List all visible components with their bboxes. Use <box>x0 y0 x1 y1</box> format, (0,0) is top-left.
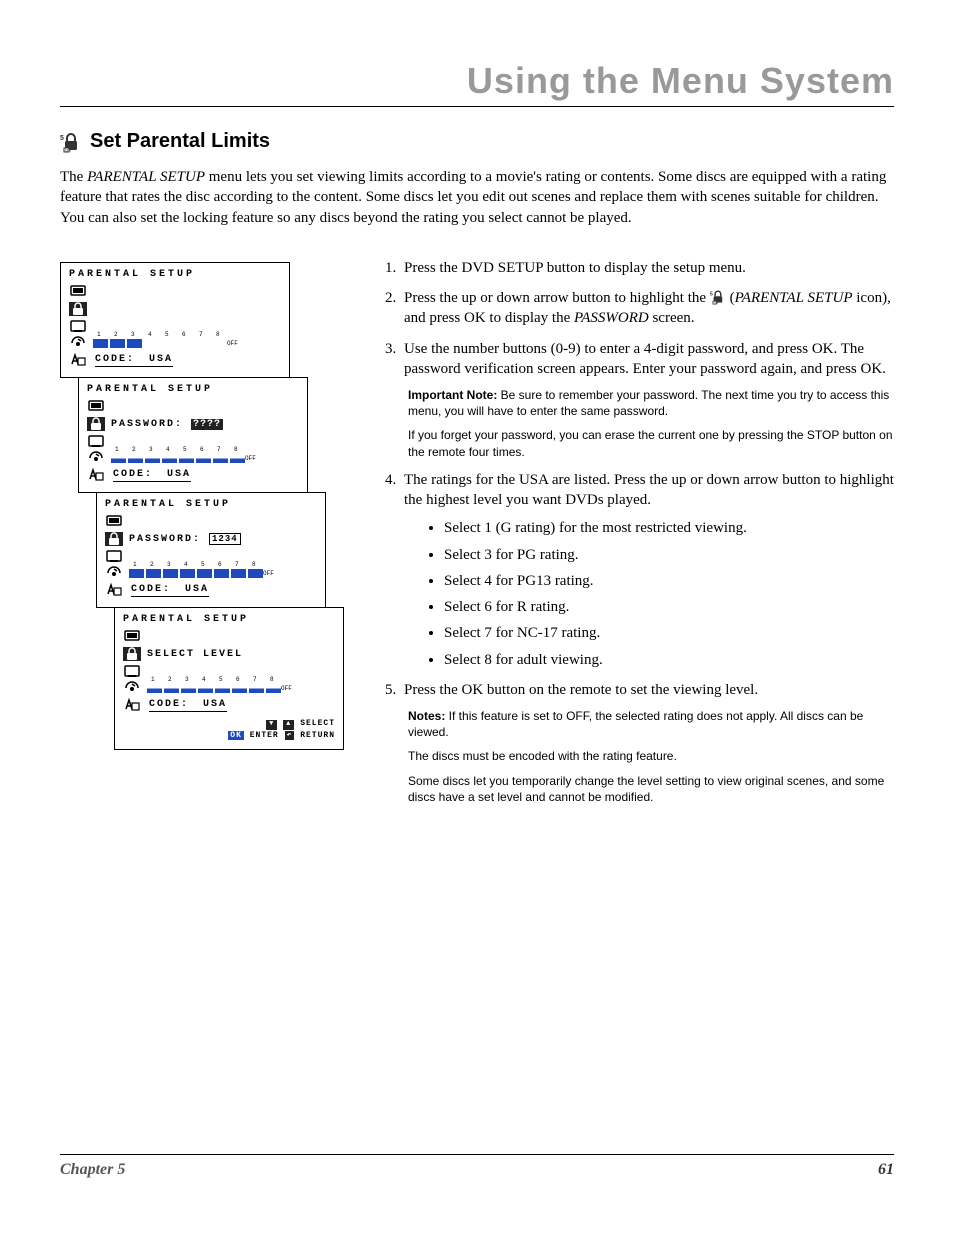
osd-screen-2: PARENTAL SETUP PASSWORD: ???? 1 2 <box>78 377 308 493</box>
down-arrow-icon: ▼ <box>266 720 277 730</box>
osd-screen-1: PARENTAL SETUP 1 2 3 4 5 6 7 <box>60 262 290 378</box>
note-extra: If you forget your password, you can era… <box>408 427 894 459</box>
language-icon <box>87 468 105 482</box>
display-icon <box>123 664 141 678</box>
ok-button-icon: OK <box>228 731 244 740</box>
list-item: Select 7 for NC-17 rating. <box>444 623 894 643</box>
language-icon <box>105 583 123 597</box>
hint-select: SELECT <box>300 719 335 728</box>
intro-menu-name: PARENTAL SETUP <box>87 169 205 185</box>
password-value: ???? <box>191 419 223 430</box>
intro-text: The <box>60 169 87 185</box>
language-icon <box>123 698 141 712</box>
tv-icon <box>123 630 141 644</box>
return-icon: ↶ <box>285 731 295 740</box>
two-column-layout: PARENTAL SETUP 1 2 3 4 5 6 7 <box>60 258 894 815</box>
ratings-list: Select 1 (G rating) for the most restric… <box>404 518 894 670</box>
language-icon <box>69 353 87 367</box>
display-icon <box>105 549 123 563</box>
osd-title: PARENTAL SETUP <box>69 269 281 280</box>
important-note: Important Note: Be sure to remember your… <box>408 387 894 460</box>
list-item: Select 4 for PG13 rating. <box>444 571 894 591</box>
note-text: Some discs let you temporarily change th… <box>408 773 894 805</box>
step-5: Press the OK button on the remote to set… <box>400 680 894 805</box>
parental-lock-icon <box>60 131 82 153</box>
audio-icon <box>69 336 87 350</box>
section-heading: Set Parental Limits <box>90 130 270 153</box>
step-1: Press the DVD SETUP button to display th… <box>400 258 894 278</box>
password-value: 1234 <box>209 533 241 545</box>
osd-title: PARENTAL SETUP <box>87 384 299 395</box>
intro-paragraph: The PARENTAL SETUP menu lets you set vie… <box>60 167 894 228</box>
osd-title: PARENTAL SETUP <box>123 614 335 625</box>
code-row: CODE: USA <box>113 469 191 482</box>
osd-screenshots: PARENTAL SETUP 1 2 3 4 5 6 7 <box>60 258 340 749</box>
page-footer: Chapter 5 61 <box>60 1154 894 1179</box>
list-item: Select 8 for adult viewing. <box>444 650 894 670</box>
code-row: CODE: USA <box>149 699 227 712</box>
tv-icon <box>105 515 123 529</box>
list-item: Select 1 (G rating) for the most restric… <box>444 518 894 538</box>
tv-icon <box>69 285 87 299</box>
note-label: Notes: <box>408 709 445 723</box>
content-area: Set Parental Limits The PARENTAL SETUP m… <box>60 130 894 815</box>
rating-bar: 1 2 3 4 5 6 7 8 OFF <box>111 454 299 463</box>
osd-nav-hints: ▼ ▲ SELECT OK ENTER ↶ RETURN <box>123 718 335 741</box>
up-arrow-icon: ▲ <box>283 720 294 730</box>
note-label: Important Note: <box>408 388 497 402</box>
tv-icon <box>87 400 105 414</box>
lock-icon <box>123 647 141 661</box>
lock-icon <box>87 417 105 431</box>
page-title: Using the Menu System <box>60 60 894 102</box>
note-text: The discs must be encoded with the ratin… <box>408 748 894 764</box>
lock-icon <box>69 302 87 316</box>
lock-icon <box>105 532 123 546</box>
hint-enter: ENTER <box>250 731 279 740</box>
steps-column: Press the DVD SETUP button to display th… <box>370 258 894 815</box>
audio-icon <box>123 681 141 695</box>
parental-lock-icon <box>710 289 726 305</box>
audio-icon <box>105 566 123 580</box>
page-header: Using the Menu System <box>60 60 894 107</box>
password-label: PASSWORD: <box>111 419 183 430</box>
step-2: Press the up or down arrow button to hig… <box>400 288 894 329</box>
code-row: CODE: USA <box>131 584 209 597</box>
rating-bar: 1 2 3 4 5 6 7 8 OFF <box>147 684 335 693</box>
osd-title: PARENTAL SETUP <box>105 499 317 510</box>
display-icon <box>69 319 87 333</box>
password-label-italic: PASSWORD <box>574 310 649 326</box>
list-item: Select 6 for R rating. <box>444 597 894 617</box>
osd-screen-4: PARENTAL SETUP SELECT LEVEL 1 2 3 <box>114 607 344 750</box>
select-level-label: SELECT LEVEL <box>147 649 243 660</box>
list-item: Select 3 for PG rating. <box>444 545 894 565</box>
chapter-label: Chapter 5 <box>60 1161 125 1179</box>
code-row: CODE: USA <box>95 354 173 367</box>
section-heading-row: Set Parental Limits <box>60 130 894 153</box>
audio-icon <box>87 451 105 465</box>
step-4: The ratings for the USA are listed. Pres… <box>400 470 894 670</box>
step-3: Use the number buttons (0-9) to enter a … <box>400 339 894 460</box>
osd-screen-3: PARENTAL SETUP PASSWORD: 1234 1 2 <box>96 492 326 608</box>
rating-bar: 1 2 3 4 5 6 7 8 OFF <box>129 569 317 578</box>
notes: Notes: If this feature is set to OFF, th… <box>408 708 894 805</box>
hint-return: RETURN <box>300 731 335 740</box>
password-label: PASSWORD: <box>129 534 201 545</box>
page-number: 61 <box>878 1161 894 1179</box>
rating-bar: 1 2 3 4 5 6 7 8 OFF <box>93 339 281 348</box>
parental-setup-label: PARENTAL SETUP <box>735 290 853 306</box>
display-icon <box>87 434 105 448</box>
